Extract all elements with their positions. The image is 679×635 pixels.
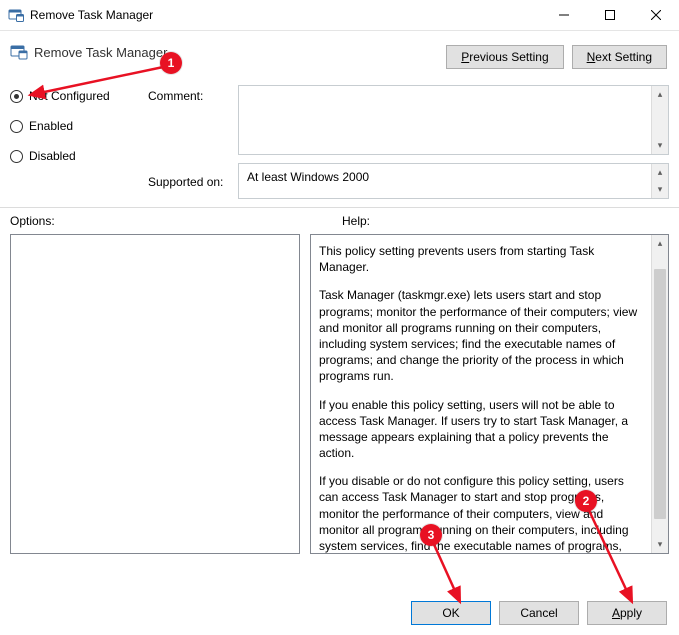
help-label: Help: <box>310 214 669 228</box>
supported-on-label: Supported on: <box>148 175 238 189</box>
app-icon <box>8 7 24 23</box>
help-paragraph: If you disable or do not configure this … <box>319 473 644 554</box>
radio-label: Disabled <box>29 149 76 163</box>
supported-on-value: At least Windows 2000 <box>247 170 369 184</box>
radio-not-configured[interactable]: Not Configured <box>10 89 148 103</box>
close-button[interactable] <box>633 0 679 30</box>
scroll-up-icon: ▴ <box>652 235 668 252</box>
radio-label: Not Configured <box>29 89 110 103</box>
window-title: Remove Task Manager <box>30 8 153 22</box>
state-radio-group: Not Configured Enabled Disabled <box>10 77 148 199</box>
help-paragraph: If you enable this policy setting, users… <box>319 397 644 462</box>
scroll-up-icon: ▴ <box>658 86 663 103</box>
radio-label: Enabled <box>29 119 73 133</box>
minimize-button[interactable] <box>541 0 587 30</box>
options-label: Options: <box>10 214 310 228</box>
scroll-down-icon: ▾ <box>658 137 663 154</box>
radio-icon <box>10 120 23 133</box>
help-scrollbar[interactable]: ▴ ▾ <box>651 235 668 553</box>
radio-disabled[interactable]: Disabled <box>10 149 148 163</box>
apply-button[interactable]: Apply <box>587 601 667 625</box>
scroll-down-icon: ▾ <box>658 181 663 198</box>
radio-enabled[interactable]: Enabled <box>10 119 148 133</box>
divider <box>0 207 679 208</box>
next-setting-button[interactable]: Next Setting <box>572 45 667 69</box>
help-pane: This policy setting prevents users from … <box>310 234 669 554</box>
help-paragraph: This policy setting prevents users from … <box>319 243 644 275</box>
radio-icon <box>10 150 23 163</box>
previous-setting-button[interactable]: Previous Setting <box>446 45 563 69</box>
window-titlebar: Remove Task Manager <box>0 0 679 31</box>
scroll-down-icon: ▾ <box>652 536 668 553</box>
radio-icon <box>10 90 23 103</box>
dialog-footer: OK Cancel Apply <box>0 591 679 635</box>
supported-on-field: At least Windows 2000 ▴ ▾ <box>238 163 669 199</box>
scrollbar-thumb[interactable] <box>654 269 666 519</box>
help-paragraph: Task Manager (taskmgr.exe) lets users st… <box>319 287 644 384</box>
comment-scrollbar[interactable]: ▴ ▾ <box>651 86 668 154</box>
scroll-up-icon: ▴ <box>658 164 663 181</box>
options-pane <box>10 234 300 554</box>
cancel-button[interactable]: Cancel <box>499 601 579 625</box>
policy-name: Remove Task Manager <box>34 45 167 60</box>
policy-icon <box>10 43 28 61</box>
comment-label: Comment: <box>148 89 238 103</box>
header-row: Remove Task Manager Previous Setting Nex… <box>0 31 679 73</box>
maximize-button[interactable] <box>587 0 633 30</box>
comment-textarea[interactable]: ▴ ▾ <box>238 85 669 155</box>
supported-scrollbar[interactable]: ▴ ▾ <box>651 164 668 198</box>
ok-button[interactable]: OK <box>411 601 491 625</box>
